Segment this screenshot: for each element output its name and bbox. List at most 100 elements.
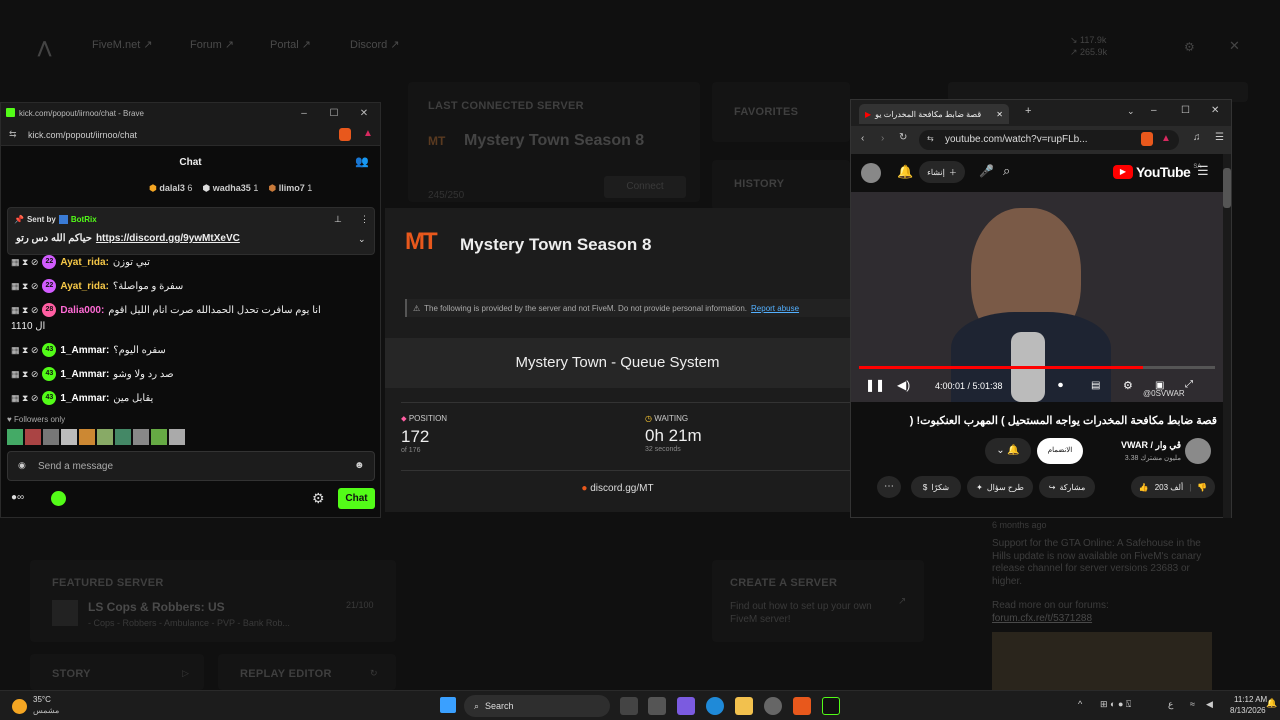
close-icon[interactable]: ✕ (349, 103, 379, 124)
yt-tab[interactable]: ▶ قصة ضابط مكافحة المخدرات يو ✕ (859, 104, 1009, 124)
unpin-icon[interactable]: ⊥ (334, 214, 342, 225)
minimize-icon[interactable]: – (1151, 105, 1157, 116)
emote-thumbnail[interactable] (151, 429, 167, 445)
featured-name[interactable]: LS Cops & Robbers: US (88, 600, 225, 614)
brave-icon[interactable] (793, 697, 811, 715)
brave-shield-icon[interactable] (339, 128, 351, 141)
brave-rewards-icon[interactable]: ▲ (1161, 133, 1171, 144)
emote-thumbnail[interactable] (115, 429, 131, 445)
more-icon[interactable]: ⋮ (360, 214, 369, 225)
file-explorer-icon[interactable] (735, 697, 753, 715)
news-link[interactable]: forum.cfx.re/t/5371288 (992, 613, 1092, 624)
more-icon[interactable]: ⋯ (877, 476, 901, 498)
search-icon[interactable]: ⌕ (1003, 163, 1010, 179)
emote-thumbnail[interactable] (7, 429, 23, 445)
thanks-button[interactable]: $ شكرًا (911, 476, 961, 498)
pause-icon[interactable]: ❚❚ (865, 378, 885, 392)
settings-icon[interactable]: ⚙ (312, 490, 325, 507)
pinned-link[interactable]: https://discord.gg/9ywMtXeVC (96, 233, 240, 244)
gifter-3[interactable]: ⬢ llimo7 1 (268, 183, 312, 194)
points-icon[interactable]: ●∞ (11, 492, 24, 503)
subscribe-bell-button[interactable]: ⌄ 🔔 (985, 438, 1031, 464)
fivem-taskbar-icon[interactable] (822, 697, 840, 715)
nav-forum[interactable]: Forum ↗ (190, 38, 234, 51)
share-button[interactable]: ↪ مشاركة (1039, 476, 1095, 498)
brave-rewards-icon[interactable]: ▲ (363, 128, 373, 139)
volume-icon[interactable]: ◀) (897, 378, 910, 392)
tray-icons[interactable]: ⊞ ◐ ● ⍂ (1100, 699, 1131, 710)
emote-thumbnail[interactable] (79, 429, 95, 445)
new-tab-icon[interactable]: + (1025, 105, 1031, 117)
windows-start-icon[interactable] (440, 697, 456, 713)
chat-username[interactable]: Dalia000: (60, 305, 104, 316)
office-icon[interactable] (677, 697, 695, 715)
users-icon[interactable]: 👥 (355, 155, 369, 168)
nav-fivem-net[interactable]: FiveM.net ↗ (92, 38, 153, 51)
create-button[interactable]: إنشاء ＋ (919, 161, 965, 183)
captions-icon[interactable]: ▤ (1091, 380, 1100, 391)
message-input[interactable]: ◉ Send a message ☻ (7, 451, 375, 481)
story-panel[interactable]: STORY ▷ (30, 654, 204, 690)
chat-username[interactable]: Ayat_rida: (60, 281, 109, 292)
connect-button[interactable]: Connect (604, 176, 686, 198)
emote-thumbnail[interactable] (43, 429, 59, 445)
emote-thumbnail[interactable] (169, 429, 185, 445)
gifter-2[interactable]: ⬢ wadha35 1 (202, 183, 258, 194)
menu-icon[interactable]: ☰ (1215, 132, 1224, 143)
chat-username[interactable]: 1_Ammar: (60, 369, 109, 380)
emote-thumbnail[interactable] (25, 429, 41, 445)
discord-link[interactable]: ● discord.gg/MT (385, 483, 850, 494)
mod-actions-icon[interactable]: ▦ ⧗ ⊘ (11, 369, 38, 380)
emote-icon[interactable]: ☻ (354, 460, 365, 471)
like-button[interactable]: 👍 203 ألف | 👎 (1131, 476, 1215, 498)
maximize-icon[interactable]: ☐ (1181, 105, 1190, 116)
fullscreen-icon[interactable]: ⤢ (1185, 379, 1193, 390)
close-tab-icon[interactable]: ✕ (996, 110, 1003, 119)
mod-actions-icon[interactable]: ▦ ⧗ ⊘ (11, 345, 38, 356)
chevron-down-icon[interactable]: ⌄ (358, 234, 366, 245)
notification-icon[interactable]: 🔔 (1266, 698, 1277, 709)
maximize-icon[interactable]: ☐ (319, 103, 349, 124)
taskbar-search[interactable]: ⌕ Search (464, 695, 610, 717)
avatar[interactable] (861, 163, 881, 183)
progress-track[interactable] (859, 366, 1215, 369)
kick-address-bar[interactable]: ⇆ kick.com/popout/iirnoo/chat ▲ (1, 124, 380, 146)
clock-date[interactable]: 8/13/2026 (1230, 706, 1266, 715)
nav-portal[interactable]: Portal ↗ (270, 38, 311, 51)
back-icon[interactable]: ‹ (861, 133, 864, 144)
mod-actions-icon[interactable]: ▦ ⧗ ⊘ (11, 393, 38, 404)
lang-icon[interactable]: ع (1168, 699, 1173, 710)
report-abuse-link[interactable]: Report abuse (751, 304, 799, 313)
kick-points-icon[interactable] (51, 491, 66, 506)
mic-icon[interactable]: 🎤 (979, 164, 994, 178)
reload-icon[interactable]: ↻ (899, 132, 907, 143)
brave-shield-icon[interactable] (1141, 132, 1153, 146)
chat-username[interactable]: 1_Ammar: (60, 345, 109, 356)
chat-username[interactable]: Ayat_rida: (60, 257, 109, 268)
ask-button[interactable]: ✦ طرح سؤال (967, 476, 1033, 498)
mod-actions-icon[interactable]: ▦ ⧗ ⊘ (11, 281, 38, 292)
music-icon[interactable]: ♫ (1193, 132, 1201, 143)
close-icon[interactable]: ✕ (1211, 105, 1219, 116)
chat-send-button[interactable]: Chat (338, 488, 375, 509)
emoji-picker-icon[interactable]: ◉ (18, 460, 26, 471)
join-button[interactable]: الانضمام (1037, 438, 1083, 464)
emote-thumbnail[interactable] (97, 429, 113, 445)
video-player[interactable]: ❚❚ ◀) 4:00:01 / 5:01:38 ⏺ ▤ ⚙ ▣ ⤢ @0SVWA… (851, 192, 1223, 402)
edge-icon[interactable] (706, 697, 724, 715)
scrollbar[interactable] (1223, 154, 1231, 518)
create-server-panel[interactable]: CREATE A SERVER Find out how to set up y… (712, 560, 924, 642)
replay-panel[interactable]: REPLAY EDITOR ↻ (218, 654, 396, 690)
site-info-icon[interactable]: ⇆ (9, 129, 17, 140)
channel-avatar[interactable] (1185, 438, 1211, 464)
volume-icon[interactable]: ◀ (1206, 699, 1213, 710)
site-info-icon[interactable]: ⇆ (927, 134, 934, 143)
forward-icon[interactable]: › (881, 133, 884, 144)
minimize-icon[interactable]: – (289, 103, 319, 124)
pinned-bot-name[interactable]: BotRix (71, 215, 97, 224)
yt-address-bar[interactable]: ⇆ youtube.com/watch?v=rupFLb... ▲ (919, 130, 1179, 150)
autoplay-icon[interactable]: ⏺ (1058, 380, 1063, 391)
settings-icon[interactable]: ⚙ (1184, 40, 1195, 54)
chat-username[interactable]: 1_Ammar: (60, 393, 109, 404)
chevron-up-icon[interactable]: ^ (1078, 699, 1082, 709)
